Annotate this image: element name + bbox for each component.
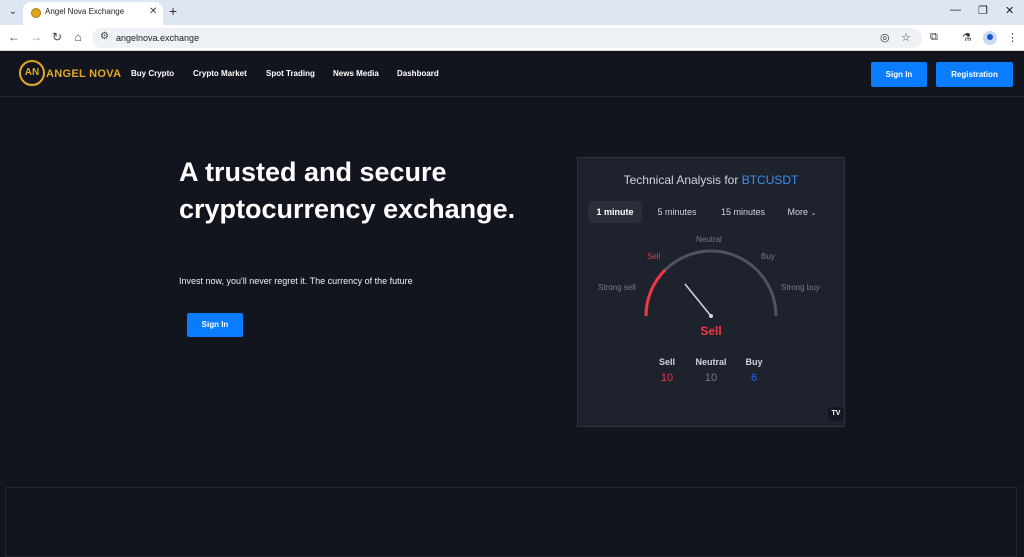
new-tab-icon[interactable]: + bbox=[169, 3, 177, 19]
neutral-count-value: 10 bbox=[704, 372, 718, 384]
favicon-icon bbox=[31, 8, 41, 18]
restore-icon[interactable]: ❐ bbox=[978, 4, 988, 17]
tab-search-icon[interactable]: ⌄ bbox=[6, 5, 20, 19]
forward-icon[interactable]: → bbox=[29, 30, 43, 44]
gauge-sell-arc bbox=[644, 268, 667, 317]
profile-avatar[interactable] bbox=[983, 31, 997, 45]
hero-title: A trusted and secure cryptocurrency exch… bbox=[179, 157, 516, 224]
hero-subtitle: Invest now, you'll never regret it. The … bbox=[179, 276, 413, 286]
home-icon[interactable]: ⌂ bbox=[71, 30, 85, 44]
address-bar[interactable]: ⚙ angelnova.exchange ◎ ☆ bbox=[92, 28, 922, 48]
nav-news-media[interactable]: News Media bbox=[333, 69, 379, 78]
gauge-arc bbox=[644, 249, 778, 317]
header-signin-button[interactable]: Sign In bbox=[871, 62, 927, 87]
tab-title: Angel Nova Exchange bbox=[45, 7, 125, 16]
browser-tab-strip: ⌄ Angel Nova Exchange ✕ + — ❐ ✕ bbox=[0, 0, 1024, 25]
minimize-icon[interactable]: — bbox=[950, 4, 961, 16]
gauge-label-strong-buy: Strong buy bbox=[781, 283, 820, 292]
gauge-pivot bbox=[709, 314, 713, 318]
sell-count-value: 10 bbox=[660, 372, 674, 384]
nav-crypto-market[interactable]: Crypto Market bbox=[193, 69, 247, 78]
nav-dashboard[interactable]: Dashboard bbox=[397, 69, 439, 78]
labs-icon[interactable]: ⚗ bbox=[962, 31, 972, 44]
logo-icon[interactable]: AN bbox=[19, 60, 45, 86]
buy-count-value: 6 bbox=[750, 372, 758, 384]
browser-toolbar: ← → ↻ ⌂ ⚙ angelnova.exchange ◎ ☆ ⧉ ⚗ ⋮ bbox=[0, 25, 1024, 51]
neutral-count-label: Neutral bbox=[695, 357, 727, 367]
url-text[interactable]: angelnova.exchange bbox=[116, 33, 199, 43]
eye-off-icon[interactable]: ◎ bbox=[880, 31, 890, 44]
hero-signin-button[interactable]: Sign In bbox=[187, 313, 243, 337]
window-close-icon[interactable]: ✕ bbox=[1005, 4, 1014, 17]
registration-button[interactable]: Registration bbox=[936, 62, 1013, 87]
menu-kebab-icon[interactable]: ⋮ bbox=[1007, 31, 1018, 44]
gauge-label-neutral: Neutral bbox=[696, 235, 722, 244]
sell-count-label: Sell bbox=[658, 357, 675, 367]
extensions-icon[interactable]: ⧉ bbox=[930, 31, 938, 44]
site-info-icon[interactable]: ⚙ bbox=[100, 31, 109, 42]
gauge-label-sell: Sell bbox=[647, 252, 661, 261]
gauge-label-buy: Buy bbox=[761, 252, 775, 261]
gauge-needle bbox=[684, 283, 712, 317]
bookmark-star-icon[interactable]: ☆ bbox=[901, 31, 911, 44]
browser-tab[interactable]: Angel Nova Exchange ✕ bbox=[23, 2, 163, 25]
buy-count-label: Buy bbox=[745, 357, 763, 367]
gauge-label-strong-sell: Strong sell bbox=[598, 283, 636, 292]
analysis-result: Sell bbox=[700, 324, 722, 338]
logo-text[interactable]: ANGEL NOVA bbox=[46, 68, 121, 80]
sentiment-gauge bbox=[644, 249, 778, 318]
nav-buy-crypto[interactable]: Buy Crypto bbox=[131, 69, 174, 78]
nav-spot-trading[interactable]: Spot Trading bbox=[266, 69, 315, 78]
technical-analysis-widget: Technical Analysis for BTCUSDT 1 minute … bbox=[577, 157, 845, 427]
reload-icon[interactable]: ↻ bbox=[50, 30, 64, 44]
tradingview-logo-icon[interactable]: TV bbox=[828, 407, 844, 421]
site-header: AN ANGEL NOVA Buy Crypto Crypto Market S… bbox=[0, 51, 1024, 97]
tab-close-icon[interactable]: ✕ bbox=[149, 6, 157, 17]
back-icon[interactable]: ← bbox=[7, 30, 21, 44]
